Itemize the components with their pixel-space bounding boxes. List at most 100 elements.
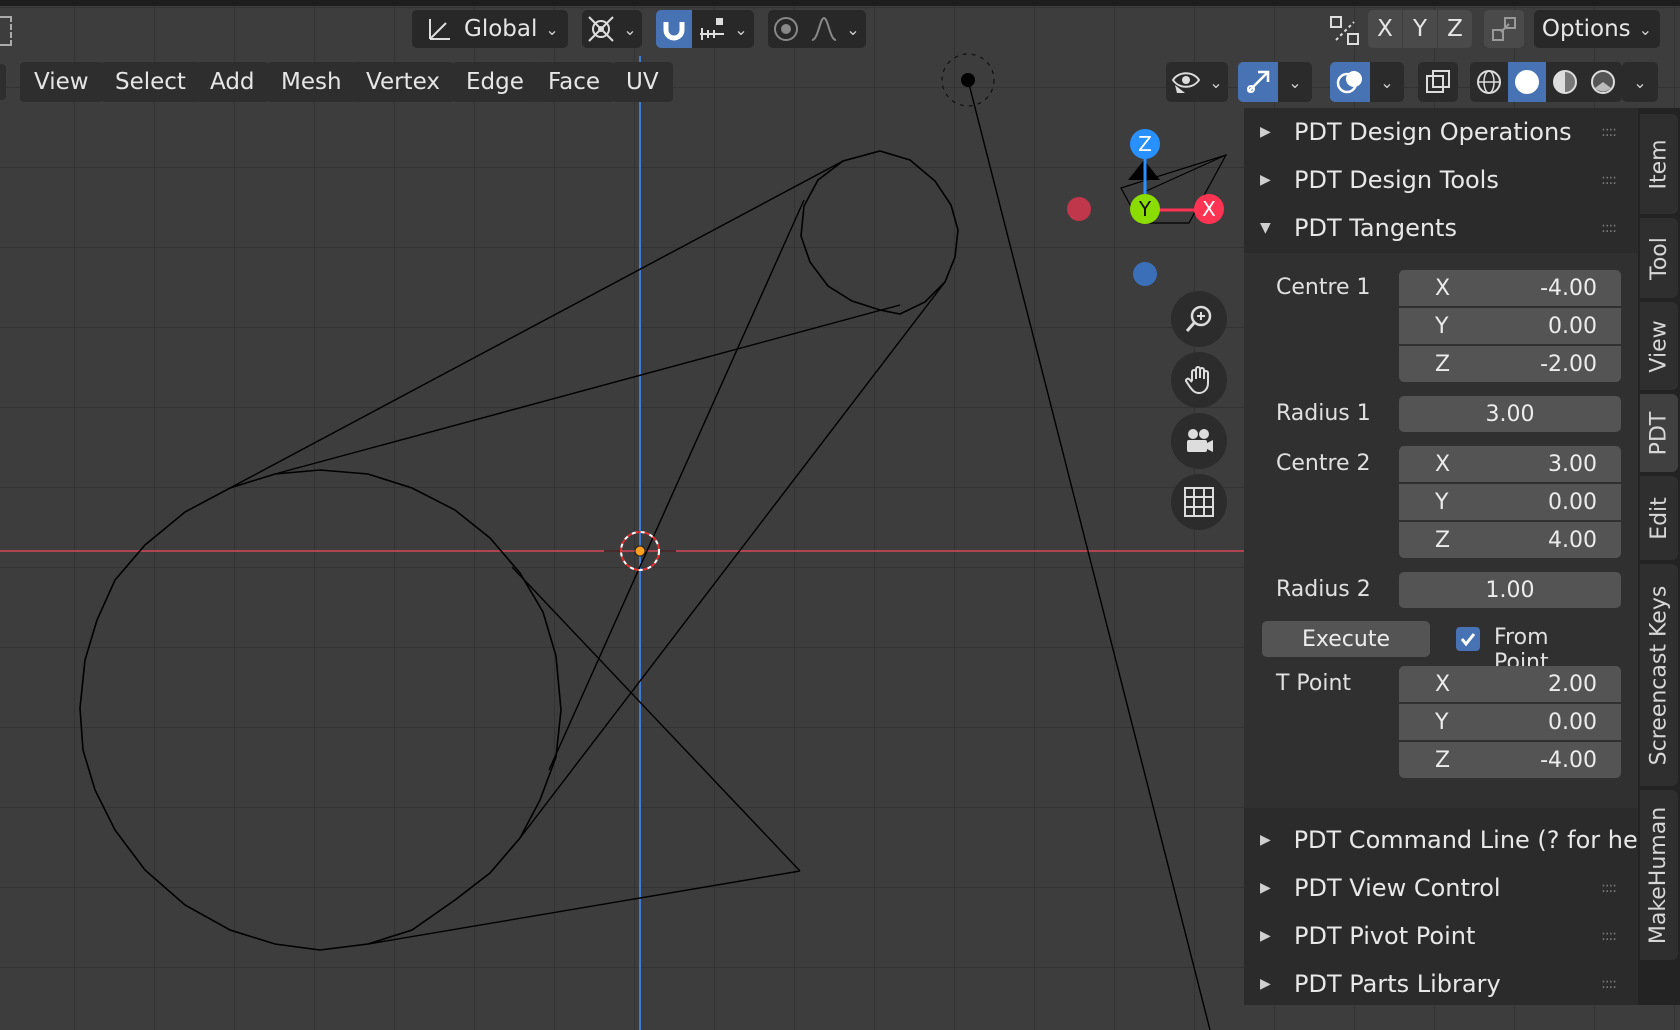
material-shading-button[interactable] (1546, 62, 1584, 102)
panel-header-design-operations[interactable]: ▶ PDT Design Operations :::: (1244, 108, 1638, 156)
tab-edit[interactable]: Edit (1640, 476, 1678, 560)
drag-grip-icon[interactable]: :::: (1601, 880, 1617, 896)
centre2-x-field[interactable]: X 3.00 (1399, 446, 1621, 482)
zoom-icon (1185, 305, 1212, 332)
tab-label: Tool (1646, 236, 1672, 280)
circle-2-mesh[interactable] (800, 150, 959, 315)
tab-item[interactable]: Item (1640, 114, 1678, 214)
panel-header-command-line[interactable]: ▶ PDT Command Line (? for help (1244, 816, 1638, 864)
field-value: 3.00 (1548, 451, 1597, 477)
drag-grip-icon[interactable]: :::: (1601, 976, 1617, 992)
centre1-label: Centre 1 (1276, 275, 1371, 300)
solid-shading-button[interactable] (1508, 62, 1546, 102)
tangent-line-outer-top[interactable] (229, 160, 844, 489)
options-dropdown[interactable]: Options ⌄ (1534, 10, 1660, 48)
execute-button[interactable]: Execute (1262, 621, 1430, 657)
transform-orientation-dropdown[interactable]: Global ⌄ (412, 10, 568, 48)
axis-label: Y (1435, 313, 1449, 339)
menu-edge[interactable]: Edge (452, 62, 538, 102)
panel-header-parts-library[interactable]: ▶ PDT Parts Library :::: (1244, 960, 1638, 1008)
visibility-dropdown[interactable]: ⌄ (1166, 62, 1228, 102)
tangent-line-cross-b[interactable] (519, 281, 946, 839)
drag-grip-icon[interactable]: :::: (1601, 220, 1617, 236)
pan-button[interactable] (1171, 352, 1227, 408)
panel-header-tangents[interactable]: ▼ PDT Tangents :::: (1244, 204, 1638, 252)
snap-toggle[interactable] (656, 10, 692, 48)
panel-header-design-tools[interactable]: ▶ PDT Design Tools :::: (1244, 156, 1638, 204)
proportional-falloff-dropdown[interactable]: ⌄ (804, 10, 866, 48)
panel-title: PDT View Control (1294, 874, 1501, 902)
gizmo-z-axis[interactable]: Z (1130, 129, 1160, 159)
light-icon[interactable] (941, 53, 995, 107)
panel-header-view-control[interactable]: ▶ PDT View Control :::: (1244, 864, 1638, 912)
centre1-z-field[interactable]: Z -2.00 (1399, 346, 1621, 382)
shading-options-dropdown[interactable]: ⌄ (1622, 62, 1658, 102)
centre1-y-field[interactable]: Y 0.00 (1399, 308, 1621, 344)
mirror-y-label: Y (1412, 16, 1428, 42)
visibility-eye-icon (1172, 72, 1201, 93)
menu-uv[interactable]: UV (612, 62, 673, 102)
overlays-toggle[interactable] (1330, 62, 1370, 102)
menu-face[interactable]: Face (534, 62, 615, 102)
gizmo-x-axis[interactable]: X (1194, 194, 1224, 224)
pivot-point-dropdown[interactable]: ⌄ (582, 10, 642, 48)
tpoint-x-field[interactable]: X 2.00 (1399, 666, 1621, 702)
gizmo-dropdown[interactable]: ⌄ (1278, 62, 1312, 102)
drag-grip-icon[interactable]: :::: (1601, 124, 1617, 140)
header-top-edge (0, 0, 1680, 6)
mirror-z-toggle[interactable]: Z (1438, 10, 1472, 48)
panel-header-pivot-point[interactable]: ▶ PDT Pivot Point :::: (1244, 912, 1638, 960)
tab-pdt[interactable]: PDT (1640, 394, 1678, 472)
auto-merge-toggle[interactable] (1484, 10, 1524, 48)
from-point-checkbox[interactable] (1456, 627, 1480, 651)
overlays-dropdown[interactable]: ⌄ (1370, 62, 1404, 102)
tpoint-z-field[interactable]: Z -4.00 (1399, 742, 1621, 778)
collapse-arrow-icon: ▼ (1260, 220, 1271, 236)
proportional-editing-toggle[interactable] (768, 10, 804, 48)
mirror-y-toggle[interactable]: Y (1403, 10, 1437, 48)
gizmo-neg-z-dot[interactable] (1133, 262, 1157, 286)
panel-title: PDT Tangents (1294, 214, 1457, 242)
menu-mesh[interactable]: Mesh (267, 62, 356, 102)
mirror-icon[interactable] (1330, 16, 1360, 50)
rendered-shading-button[interactable] (1584, 62, 1622, 102)
tab-view[interactable]: View (1640, 302, 1678, 390)
tab-screencast-keys[interactable]: Screencast Keys (1640, 564, 1678, 786)
axis-label: Z (1435, 527, 1451, 553)
radius1-field[interactable]: 3.00 (1399, 396, 1621, 432)
menu-add[interactable]: Add (196, 62, 269, 102)
select-box-icon[interactable] (0, 16, 12, 46)
menu-vertex[interactable]: Vertex (352, 62, 454, 102)
checkmark-icon (1460, 633, 1476, 647)
menu-view[interactable]: View (20, 62, 103, 102)
xray-toggle[interactable] (1418, 62, 1458, 102)
field-value: -2.00 (1540, 351, 1597, 377)
drag-grip-icon[interactable]: :::: (1601, 928, 1617, 944)
tab-makehuman[interactable]: MakeHuman (1640, 790, 1678, 960)
tangent-line-to-point-a[interactable] (511, 566, 801, 872)
chevron-down-icon: ⌄ (846, 19, 860, 39)
zoom-button[interactable] (1171, 291, 1227, 347)
gizmo-neg-x-dot[interactable] (1067, 197, 1091, 221)
centre2-z-field[interactable]: Z 4.00 (1399, 522, 1621, 558)
circle-1-mesh[interactable] (79, 469, 562, 951)
menu-select[interactable]: Select (101, 62, 200, 102)
drag-grip-icon[interactable]: :::: (1601, 172, 1617, 188)
tangent-line-to-point-b[interactable] (367, 870, 801, 945)
radius2-field[interactable]: 1.00 (1399, 572, 1621, 608)
snap-target-dropdown[interactable]: ⌄ (692, 10, 754, 48)
wireframe-shading-button[interactable] (1470, 62, 1508, 102)
centre2-y-field[interactable]: Y 0.00 (1399, 484, 1621, 520)
tab-tool[interactable]: Tool (1640, 218, 1678, 298)
tangent-line-inner-top[interactable] (274, 304, 901, 475)
centre1-x-field[interactable]: X -4.00 (1399, 270, 1621, 306)
transform-orientation-icon (429, 19, 450, 40)
camera-view-button[interactable] (1171, 413, 1227, 469)
gizmo-toggle[interactable] (1238, 62, 1278, 102)
gizmo-y-axis[interactable]: Y (1130, 194, 1160, 224)
chevron-down-icon: ⌄ (734, 19, 748, 39)
tpoint-y-field[interactable]: Y 0.00 (1399, 704, 1621, 740)
tangent-line-cross-a[interactable] (548, 199, 805, 771)
mirror-x-toggle[interactable]: X (1368, 10, 1402, 48)
ortho-toggle-button[interactable] (1171, 474, 1227, 530)
